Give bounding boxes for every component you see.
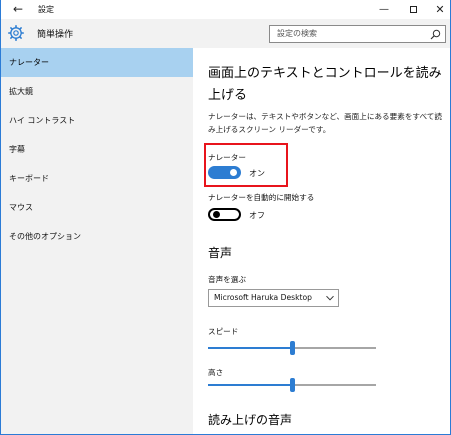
maximize-button[interactable]: [400, 0, 426, 19]
gear-icon: [8, 25, 24, 41]
sidebar-item-other-options[interactable]: その他のオプション: [1, 222, 193, 251]
sidebar-item-high-contrast[interactable]: ハイ コントラスト: [1, 106, 193, 135]
slider-thumb[interactable]: [290, 378, 295, 392]
settings-window: ← 設定 — ✕ 簡単操作 ナレーター 拡大鏡 ハイ コントラスト 字幕 キーボ…: [0, 0, 451, 435]
main-content: 画面上のテキストとコントロールを読み上げる ナレーターは、テキストやボタンなど、…: [193, 48, 450, 434]
content-header: 設定の検索: [193, 19, 450, 48]
sidebar-nav: ナレーター 拡大鏡 ハイ コントラスト 字幕 キーボード マウス その他のオプシ…: [1, 48, 193, 251]
voice-section-title: 音声: [208, 246, 233, 260]
sidebar-title: 簡単操作: [37, 30, 74, 40]
toggle-knob: [213, 211, 220, 218]
annotation-highlight-box: [204, 143, 288, 187]
minimize-button[interactable]: —: [371, 0, 397, 19]
reading-voice-section-title: 読み上げの音声: [208, 413, 293, 427]
pitch-label: 高さ: [208, 368, 224, 377]
back-button[interactable]: ←: [9, 0, 27, 19]
sidebar-item-magnifier[interactable]: 拡大鏡: [1, 77, 193, 106]
voice-select-label: 音声を選ぶ: [208, 275, 246, 284]
maximize-icon: [409, 5, 417, 13]
search-input[interactable]: 設定の検索: [269, 25, 446, 43]
sidebar-header[interactable]: 簡単操作: [1, 19, 193, 48]
sidebar-item-mouse[interactable]: マウス: [1, 193, 193, 222]
window-title: 設定: [38, 5, 54, 14]
slider-fill: [208, 347, 292, 349]
slider-thumb[interactable]: [290, 341, 295, 355]
chevron-down-icon: [326, 295, 334, 301]
voice-select[interactable]: Microsoft Haruka Desktop: [208, 289, 339, 307]
title-bar: ← 設定 — ✕: [1, 0, 450, 19]
sidebar-item-captions[interactable]: 字幕: [1, 135, 193, 164]
autostart-toggle-state: オフ: [249, 211, 265, 220]
page-description: ナレーターは、テキストやボタンなど、画面上にある要素をすべて読み上げるスクリーン…: [208, 112, 442, 134]
search-icon[interactable]: [430, 29, 441, 40]
close-button[interactable]: ✕: [427, 0, 450, 19]
autostart-toggle-label: ナレーターを自動的に開始する: [208, 193, 315, 202]
speed-slider[interactable]: [208, 341, 376, 355]
pitch-slider[interactable]: [208, 378, 376, 392]
sidebar-item-narrator[interactable]: ナレーター: [1, 48, 193, 77]
autostart-toggle[interactable]: [208, 208, 241, 221]
sidebar-item-keyboard[interactable]: キーボード: [1, 164, 193, 193]
search-placeholder: 設定の検索: [277, 29, 317, 38]
speed-label: スピード: [208, 327, 239, 336]
page-title: 画面上のテキストとコントロールを読み上げる: [208, 66, 442, 103]
voice-select-value: Microsoft Haruka Desktop: [214, 293, 312, 302]
slider-fill: [208, 384, 292, 386]
sidebar: 簡単操作 ナレーター 拡大鏡 ハイ コントラスト 字幕 キーボード マウス その…: [1, 19, 193, 434]
